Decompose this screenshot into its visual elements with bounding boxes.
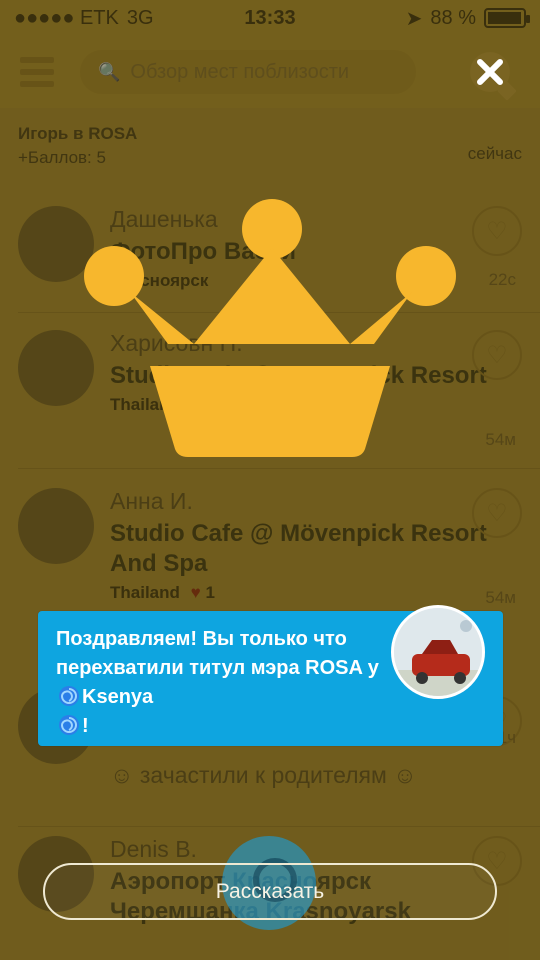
mayor-message: Поздравляем! Вы только что перехватили т… [56, 628, 379, 737]
close-icon[interactable] [470, 52, 517, 101]
swirl-icon [59, 686, 79, 706]
mayor-toast[interactable]: Поздравляем! Вы только что перехватили т… [38, 605, 503, 746]
mayor-photo [391, 605, 485, 699]
share-button[interactable]: Рассказать [43, 863, 497, 920]
swirl-icon [59, 715, 79, 735]
modal-overlay[interactable] [0, 0, 540, 960]
crown-icon [84, 199, 456, 457]
